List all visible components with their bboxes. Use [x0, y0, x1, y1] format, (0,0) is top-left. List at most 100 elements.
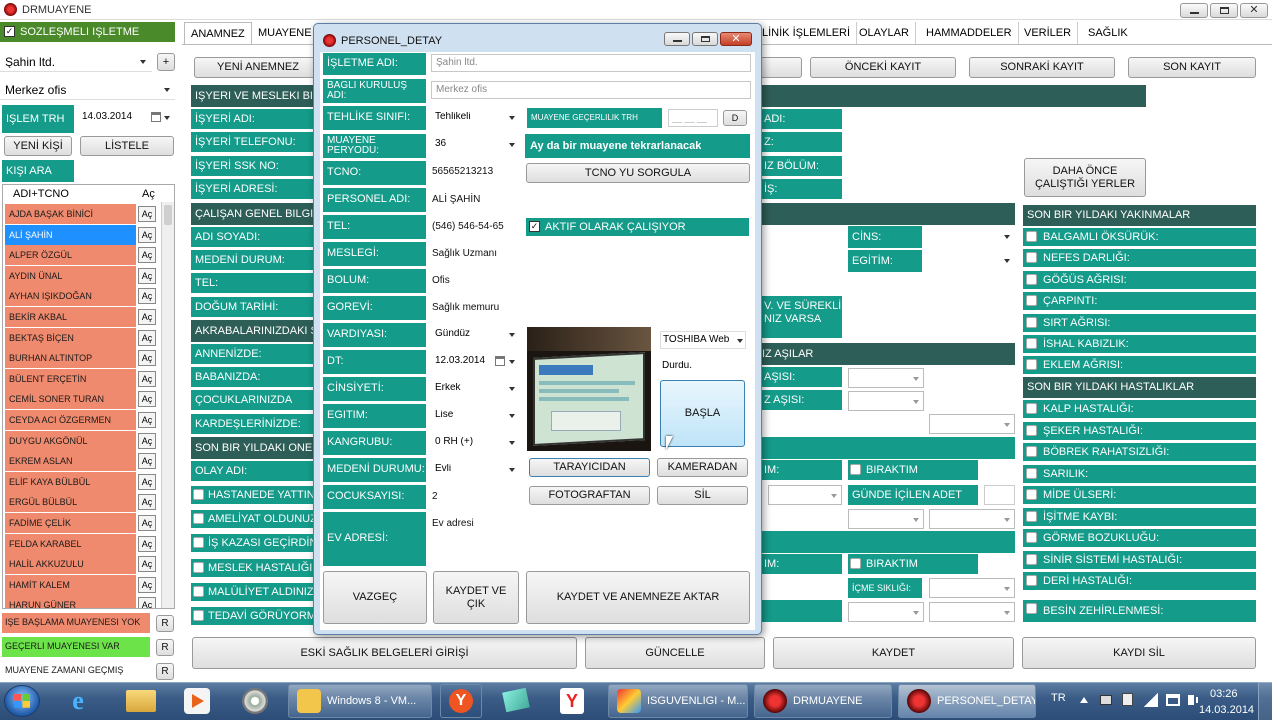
r-button-3[interactable]: R [156, 663, 174, 680]
dt-date[interactable]: 12.03.2014 [431, 352, 519, 372]
fotograftan-button[interactable]: FOTOGRAFTAN [529, 486, 650, 505]
list-item[interactable]: BURHAN ALTINTOP [5, 348, 136, 369]
sozlesmeli-checkbox[interactable]: ✓ [4, 26, 15, 37]
list-item[interactable]: ALİ ŞAHİN [5, 224, 136, 245]
tarayicidan-button[interactable]: TARAYICIDAN [529, 458, 650, 477]
item-checkbox[interactable] [1026, 446, 1037, 457]
item-checkbox[interactable] [1026, 532, 1037, 543]
vazgec-button[interactable]: VAZGEÇ [323, 571, 427, 624]
tab-hammaddeler[interactable]: HAMMADDELER [920, 22, 1019, 44]
cinsiyet-select[interactable]: Erkek [431, 379, 519, 399]
kangrubu-select[interactable]: 0 RH (+) [431, 433, 519, 453]
hastalikla-item[interactable]: MİDE ÜLSERİ: [1023, 486, 1256, 504]
biraktim-2-checkbox[interactable] [850, 558, 861, 569]
item-checkbox[interactable] [1026, 575, 1037, 586]
bagli-kurulus-input[interactable]: Merkez ofis [431, 81, 751, 99]
asisi-1-select[interactable] [848, 368, 924, 388]
ac-button[interactable]: Aç [138, 576, 156, 593]
ac-button[interactable]: Aç [138, 329, 156, 346]
hastalikla-item[interactable]: DERİ HASTALIĞI: [1023, 572, 1256, 590]
list-item[interactable]: FELDA KARABEL [5, 533, 136, 554]
vardiya-select[interactable]: Gündüz [431, 325, 519, 345]
aktif-checkbox-row[interactable]: ✓ AKTİF OLARAK ÇALIŞIYOR [526, 218, 749, 236]
son-kayit-button[interactable]: SON KAYIT [1128, 57, 1256, 78]
ac-button[interactable]: Aç [138, 556, 156, 573]
ac-button[interactable]: Aç [138, 267, 156, 284]
hastalikla-item[interactable]: KALP HASTALIĞI: [1023, 400, 1256, 418]
tab-muayene[interactable]: MUAYENE [252, 22, 318, 44]
list-item[interactable]: CEYDA ACI ÖZGERMEN [5, 410, 136, 430]
olay-item[interactable]: MALÜLİYET ALDINIZM [191, 582, 315, 601]
language-indicator[interactable]: TR [1051, 693, 1066, 704]
add-company-button[interactable]: + [157, 53, 175, 71]
tray-volume-icon[interactable] [1188, 695, 1194, 705]
meslek-value[interactable]: Sağlık Uzmanı [432, 248, 497, 259]
clock-date[interactable]: 14.03.2014 [1199, 705, 1254, 716]
yakinmala-item[interactable]: BALGAMLI ÖKSÜRÜK: [1023, 228, 1256, 246]
modal-maximize-button[interactable] [692, 32, 718, 46]
list-item[interactable]: EKREM ASLAN [5, 451, 136, 472]
ac-button[interactable]: Aç [138, 247, 156, 264]
egitim-modal-select[interactable]: Lise [431, 406, 519, 426]
kameradan-button[interactable]: KAMERADAN [657, 458, 748, 477]
item-checkbox[interactable] [1026, 603, 1037, 614]
clock-time[interactable]: 03:26 [1210, 689, 1238, 700]
ac-button[interactable]: Aç [138, 515, 156, 531]
yakinmala-item[interactable]: SIRT AĞRISI: [1023, 313, 1256, 332]
item-checkbox[interactable] [1026, 467, 1037, 479]
olay-item[interactable]: MESLEK HASTALIĞI ? [191, 558, 315, 577]
cins-select[interactable] [925, 226, 1015, 248]
list-item[interactable]: BEKİR AKBAL [5, 307, 136, 327]
ac-button[interactable]: Aç [138, 473, 156, 490]
item-checkbox[interactable] [1026, 553, 1037, 565]
tcno-sorgula-button[interactable]: TCNO YU SORGULA [526, 163, 750, 183]
item-checkbox[interactable] [1026, 295, 1037, 307]
muayene-gecerlilik-input[interactable]: __ __ __ [668, 109, 718, 127]
ac-button[interactable]: Aç [138, 453, 156, 470]
aktif-checkbox[interactable]: ✓ [529, 221, 540, 232]
disc-icon[interactable] [242, 688, 268, 714]
sozlesmeli-bar[interactable]: ✓ SÖZLEŞMELİ İŞLETME [0, 22, 175, 42]
ac-button[interactable]: Aç [138, 535, 156, 552]
maximize-button[interactable] [1210, 3, 1238, 18]
company-select[interactable]: Şahin ltd. [0, 52, 152, 72]
yakinmala-item[interactable]: İSHAL KABIZLIK: [1023, 335, 1256, 353]
gorev-value[interactable]: Sağlık memuru [432, 302, 499, 313]
media-player-icon[interactable] [184, 688, 210, 714]
ac-button[interactable]: Aç [138, 432, 156, 449]
cocuk-value[interactable]: 2 [432, 491, 438, 502]
list-scrollbar[interactable] [161, 202, 174, 608]
periyot-select[interactable]: 36 [431, 135, 519, 155]
biraktim-1-checkbox[interactable] [850, 464, 861, 475]
show-desktop-button[interactable] [1258, 682, 1272, 720]
ac-button[interactable]: Aç [138, 350, 156, 367]
taskbar-item-drmuayene[interactable]: DRMUAYENE [754, 684, 892, 718]
item-checkbox[interactable] [1026, 424, 1037, 436]
item-checkbox[interactable] [1026, 252, 1037, 264]
personel-adi-value[interactable]: ALİ ŞAHİN [432, 194, 480, 205]
kaydet-aktar-button[interactable]: KAYDET VE ANEMNEZE AKTAR [526, 571, 750, 624]
yeni-anemnez-button[interactable]: YENİ ANEMNEZ [194, 57, 322, 78]
taskbar-item-vm[interactable]: Windows 8 - VM... [288, 684, 432, 718]
olay-checkbox[interactable] [193, 513, 204, 525]
olay-item[interactable]: İŞ KAZASI GEÇİRDİNİ [191, 534, 315, 553]
ac-button[interactable]: Aç [138, 391, 156, 408]
ac-button[interactable]: Aç [138, 412, 156, 428]
guncelle-button[interactable]: GÜNCELLE [585, 637, 765, 669]
camera-select[interactable]: TOSHIBA Web [660, 331, 746, 349]
list-item[interactable]: AYDIN ÜNAL [5, 265, 136, 286]
ac-button[interactable]: Aç [138, 370, 156, 387]
tray-arrow-icon[interactable] [1080, 697, 1088, 703]
hidden-toolbar-button[interactable] [760, 57, 802, 78]
olay-item[interactable]: AMELİYAT OLDUNUZ [191, 510, 315, 529]
kaydet-button[interactable]: KAYDET [773, 637, 1014, 669]
eski-belgeler-button[interactable]: ESKİ SAĞLIK BELGELERİ GİRİŞİ [192, 637, 577, 669]
calendar-icon[interactable] [151, 112, 161, 122]
yakinmala-item[interactable]: EKLEM AĞRISI: [1023, 356, 1256, 375]
tray-network-icon[interactable] [1166, 694, 1180, 706]
yeni-kisi-button[interactable]: YENİ KİŞİ [4, 136, 72, 156]
tab-olaylar[interactable]: OLAYLAR [853, 22, 916, 44]
yandex-icon[interactable]: Y [440, 684, 482, 718]
list-item[interactable]: FADİME ÇELİK [5, 513, 136, 533]
item-checkbox[interactable] [1026, 403, 1037, 414]
